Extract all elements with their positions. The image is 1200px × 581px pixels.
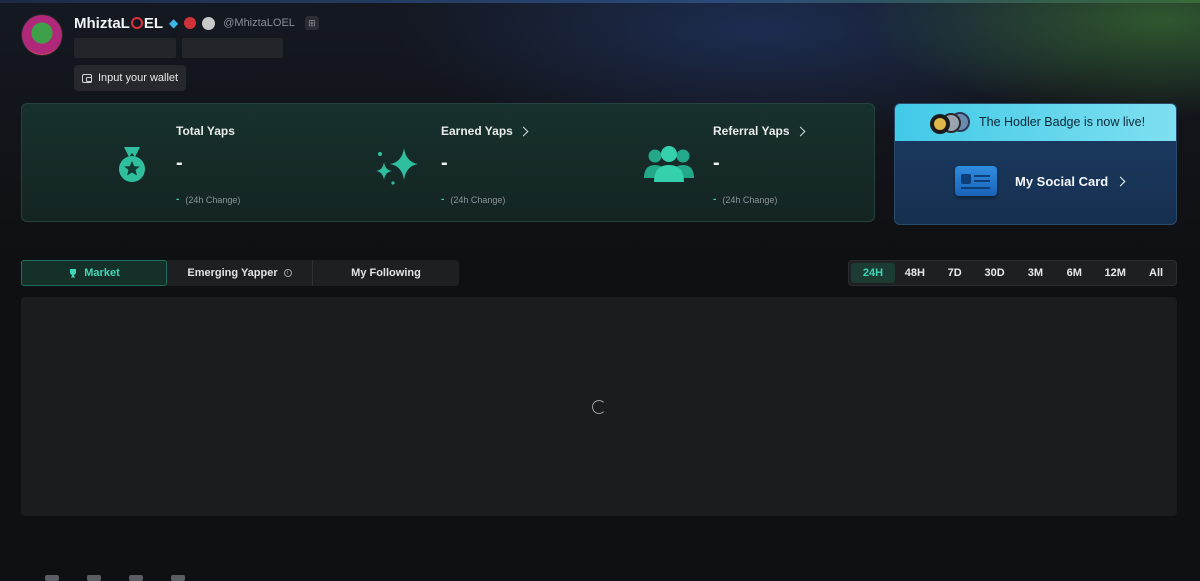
display-name-prefix: MhiztaL bbox=[74, 14, 130, 32]
feed-content-panel bbox=[21, 297, 1177, 516]
avatar[interactable] bbox=[21, 14, 63, 56]
range-12m[interactable]: 12M bbox=[1092, 263, 1138, 283]
yaps-stats-panel: Total Yaps - - (24h Change) Earned Yaps … bbox=[21, 103, 875, 222]
name-row: MhiztaL EL ◆ @MhiztaLOEL ⊞ bbox=[74, 14, 319, 32]
top-accent-line bbox=[0, 0, 1200, 3]
input-wallet-label: Input your wallet bbox=[98, 72, 179, 84]
time-range-selector: 24H 48H 7D 30D 3M 6M 12M All bbox=[848, 260, 1177, 286]
my-social-card-text: My Social Card bbox=[1015, 173, 1109, 189]
footer-social-icons bbox=[45, 575, 185, 581]
docs-icon[interactable] bbox=[171, 575, 185, 581]
copy-icon[interactable]: ⊞ bbox=[304, 16, 319, 30]
referral-yaps-title[interactable]: Referral Yaps bbox=[713, 124, 805, 138]
tab-market-label: Market bbox=[84, 267, 120, 279]
earned-yaps-value: - bbox=[441, 152, 448, 174]
medal-star-icon bbox=[119, 147, 145, 182]
total-yaps-change-label: (24h Change) bbox=[185, 194, 241, 205]
range-3m[interactable]: 3M bbox=[1014, 263, 1056, 283]
user-handle: @MhiztaLOEL bbox=[223, 17, 295, 29]
chevron-right-icon bbox=[518, 126, 529, 136]
total-yaps-change: - (24h Change) bbox=[176, 194, 240, 205]
earned-yaps-change-value: - bbox=[441, 194, 445, 205]
total-yaps-change-value: - bbox=[176, 194, 180, 205]
total-yaps-label: Total Yaps bbox=[176, 124, 235, 138]
earned-yaps-change: - (24h Change) bbox=[441, 194, 505, 205]
cat-icon bbox=[202, 16, 216, 30]
tab-my-following[interactable]: My Following bbox=[313, 260, 459, 286]
range-all[interactable]: All bbox=[1138, 263, 1174, 283]
sparkles-icon bbox=[376, 148, 418, 185]
tab-following-label: My Following bbox=[351, 267, 421, 279]
total-yaps-value: - bbox=[176, 152, 183, 174]
referral-yaps-label: Referral Yaps bbox=[713, 124, 790, 138]
trophy-icon bbox=[70, 269, 77, 278]
my-social-card-link[interactable]: My Social Card bbox=[955, 166, 1126, 196]
earned-yaps-label: Earned Yaps bbox=[441, 124, 513, 138]
range-6m[interactable]: 6M bbox=[1056, 263, 1092, 283]
info-icon[interactable]: i bbox=[283, 269, 292, 277]
hodler-badge-banner[interactable]: The Hodler Badge is now live! bbox=[895, 104, 1176, 141]
earned-yaps-title[interactable]: Earned Yaps bbox=[441, 124, 529, 138]
red-dot-icon bbox=[184, 17, 197, 29]
discord-icon[interactable] bbox=[129, 575, 143, 581]
social-card-panel: The Hodler Badge is now live! My Social … bbox=[894, 103, 1177, 225]
earned-yaps-change-label: (24h Change) bbox=[450, 194, 506, 205]
id-card-graphic bbox=[961, 174, 990, 189]
chevron-right-icon bbox=[1115, 176, 1126, 186]
range-7d[interactable]: 7D bbox=[935, 263, 975, 283]
chevron-right-icon bbox=[795, 126, 805, 136]
red-ring-icon bbox=[130, 17, 143, 29]
tab-market[interactable]: Market bbox=[21, 260, 167, 286]
x-icon[interactable] bbox=[45, 575, 59, 581]
display-name: MhiztaL EL bbox=[74, 15, 163, 32]
id-card-icon bbox=[955, 166, 997, 196]
users-icon bbox=[644, 146, 694, 182]
range-24h[interactable]: 24H bbox=[851, 263, 895, 283]
telegram-icon[interactable] bbox=[87, 575, 101, 581]
range-48h[interactable]: 48H bbox=[895, 263, 935, 283]
referral-yaps-value: - bbox=[713, 152, 720, 174]
hodler-badges-icon bbox=[930, 112, 970, 134]
loading-placeholder-1 bbox=[74, 38, 176, 58]
range-30d[interactable]: 30D bbox=[975, 263, 1015, 283]
display-name-suffix: EL bbox=[143, 14, 163, 32]
referral-yaps-change-label: (24h Change) bbox=[722, 194, 778, 205]
hodler-banner-text: The Hodler Badge is now live! bbox=[979, 115, 1146, 129]
referral-yaps-change-value: - bbox=[713, 194, 717, 205]
my-social-card-label: My Social Card bbox=[1015, 173, 1126, 189]
loading-placeholder-2 bbox=[182, 38, 283, 58]
wallet-icon bbox=[82, 73, 92, 83]
input-wallet-button[interactable]: Input your wallet bbox=[74, 65, 186, 91]
loading-spinner-icon bbox=[592, 400, 606, 414]
referral-yaps-change: - (24h Change) bbox=[713, 194, 777, 205]
tab-emerging-yapper[interactable]: Emerging Yapper i bbox=[167, 260, 313, 286]
feed-tabs: Market Emerging Yapper i My Following bbox=[21, 260, 459, 286]
diamond-icon: ◆ bbox=[169, 16, 179, 30]
tab-emerging-label: Emerging Yapper bbox=[187, 267, 278, 279]
total-yaps-title: Total Yaps bbox=[176, 124, 235, 138]
